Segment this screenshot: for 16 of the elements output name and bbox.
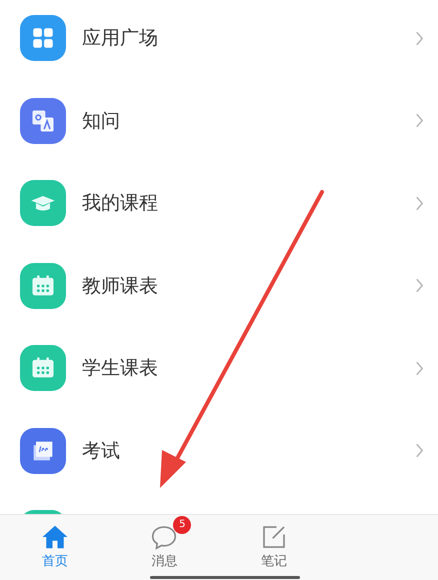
chevron-right-icon — [415, 196, 424, 211]
chevron-right-icon — [415, 113, 424, 128]
chevron-right-icon — [415, 30, 424, 46]
chevron-right-icon — [415, 360, 424, 376]
tab[interactable]: 笔记 — [219, 515, 328, 570]
menu-label[interactable]: 学生课表 — [82, 355, 415, 382]
unread-count: 5 — [173, 516, 192, 534]
menu-label[interactable]: 应用广场 — [82, 25, 415, 52]
menu-label[interactable]: 我的课程 — [82, 190, 415, 216]
tab[interactable]: 首页 — [0, 515, 110, 570]
chevron-right-icon — [415, 443, 424, 458]
menu-label[interactable]: 教师课表 — [82, 272, 415, 299]
menu-label[interactable]: 知问 — [82, 108, 415, 134]
tab[interactable]: 5 消息 — [110, 515, 219, 570]
chevron-right-icon — [415, 278, 424, 294]
menu-label[interactable]: 考试 — [82, 438, 415, 464]
